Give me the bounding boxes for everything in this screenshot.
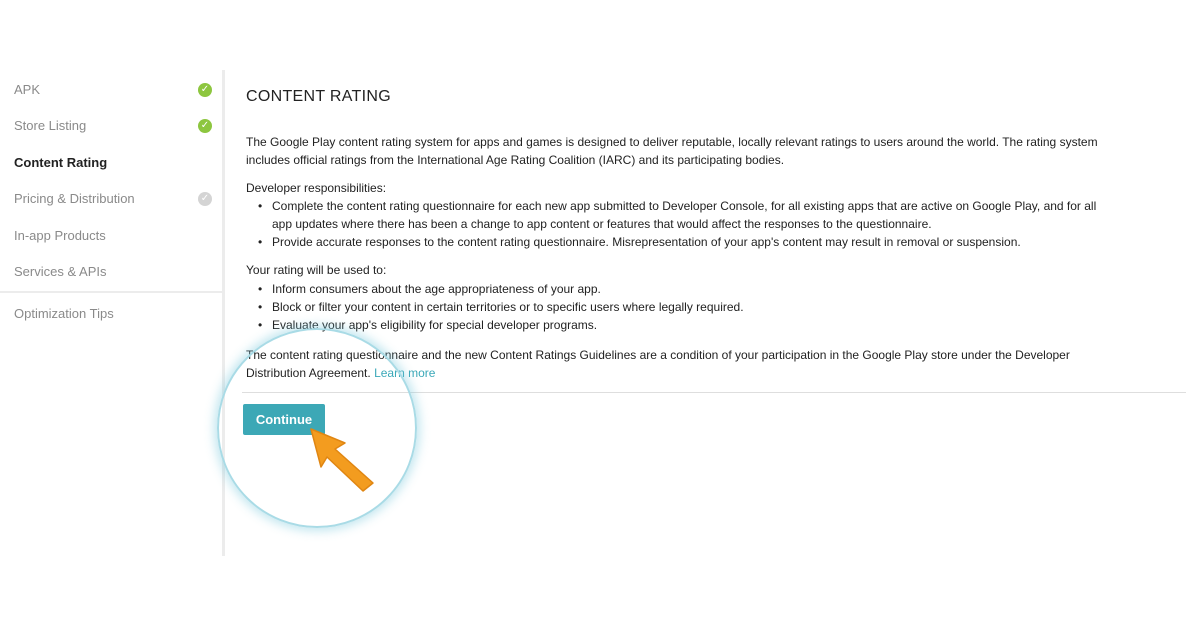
pointer-arrow-icon: [310, 428, 374, 492]
sidebar-item-label: Store Listing: [14, 118, 87, 133]
sidebar-item-content-rating[interactable]: Content Rating: [14, 153, 214, 173]
responsibility-1-line-2: app updates where there has been a chang…: [272, 217, 932, 231]
responsibility-1-line-1: Complete the content rating questionnair…: [272, 199, 1097, 213]
bullet-dot: •: [258, 235, 263, 249]
usage-item-2: Block or filter your content in certain …: [272, 300, 744, 314]
sidebar-item-label: Content Rating: [14, 155, 108, 170]
usage-item-3: Evaluate your app's eligibility for spec…: [272, 318, 598, 332]
responsibilities-label: Developer responsibilities:: [246, 181, 387, 195]
sidebar-item-label: Optimization Tips: [14, 306, 114, 321]
bullet-dot: •: [258, 300, 263, 314]
sidebar-item-label: Pricing & Distribution: [14, 191, 135, 206]
sidebar-divider: [0, 291, 222, 293]
learn-more-link[interactable]: Learn more: [374, 366, 435, 380]
usage-label: Your rating will be used to:: [246, 263, 387, 277]
closing-line-2: Distribution Agreement.: [246, 366, 371, 380]
sidebar-item-in-app-products[interactable]: In-app Products: [14, 226, 214, 246]
check-circle-icon: ✓: [198, 83, 212, 97]
sidebar-nav: APK ✓ Store Listing ✓ Content Rating Pri…: [0, 70, 225, 556]
sidebar-item-label: Services & APIs: [14, 264, 107, 279]
check-circle-icon: ✓: [198, 119, 212, 133]
sidebar-item-pricing-distribution[interactable]: Pricing & Distribution ✓: [14, 189, 214, 209]
closing-line-1: The content rating questionnaire and the…: [246, 348, 1070, 362]
sidebar-item-label: APK: [14, 82, 41, 97]
closing-line-2-container: Distribution Agreement. Learn more: [246, 364, 1182, 382]
sidebar-item-store-listing[interactable]: Store Listing ✓: [14, 116, 214, 136]
sidebar-item-optimization-tips[interactable]: Optimization Tips: [14, 304, 214, 324]
continue-button[interactable]: Continue: [243, 404, 325, 435]
intro-line-2: includes official ratings from the Inter…: [246, 153, 785, 167]
bullet-dot: •: [258, 282, 263, 296]
intro-line-1: The Google Play content rating system fo…: [246, 135, 1098, 149]
bullet-dot: •: [258, 199, 263, 213]
responsibility-2-line-1: Provide accurate responses to the conten…: [272, 235, 1021, 249]
bullet-dot: •: [258, 318, 263, 332]
sidebar-item-services-apis[interactable]: Services & APIs: [14, 262, 214, 282]
sidebar-item-apk[interactable]: APK ✓: [14, 80, 214, 100]
check-circle-icon: ✓: [198, 192, 212, 206]
section-divider: [242, 392, 1186, 393]
page-title: CONTENT RATING: [246, 88, 391, 105]
usage-item-1: Inform consumers about the age appropria…: [272, 282, 601, 296]
sidebar-item-label: In-app Products: [14, 228, 106, 243]
